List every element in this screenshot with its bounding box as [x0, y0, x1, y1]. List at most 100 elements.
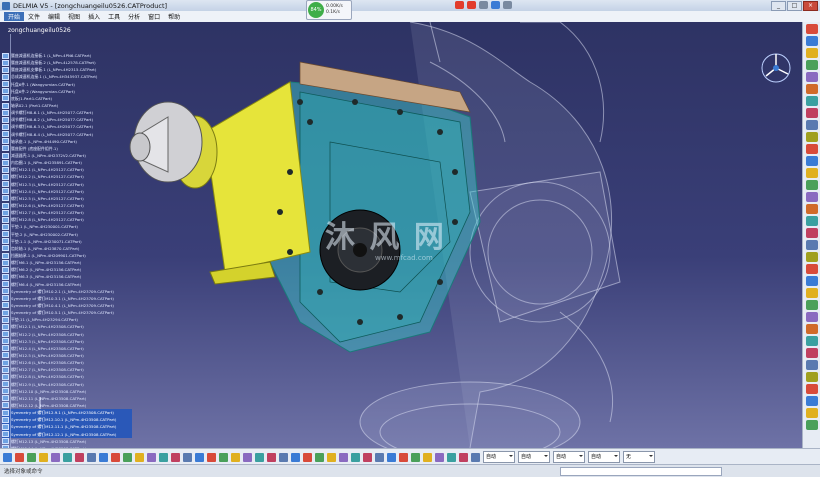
toolbar-tool-icon[interactable]	[471, 452, 480, 462]
toolbar-tool-icon[interactable]	[363, 452, 372, 462]
toolbar-tool-icon[interactable]	[351, 452, 360, 462]
toolbar-tool-icon[interactable]	[806, 336, 818, 346]
tree-node[interactable]: 平垫.11 (L_NPm-4H23294.CATPart)	[2, 316, 132, 323]
tree-node[interactable]: 螺钉M12.2 (L_NPm-4H23508.CATPart)	[2, 330, 132, 338]
toolbar-tool-icon[interactable]	[806, 264, 818, 274]
toolbar-tool-icon[interactable]	[447, 452, 456, 462]
toolbar-tool-icon[interactable]	[75, 452, 84, 462]
tree-node[interactable]: 螺钉M12.6 (L_NPm-4H23508.CATPart)	[2, 359, 132, 366]
toolbar-tool-icon[interactable]	[159, 452, 168, 462]
toolbar-tool-icon[interactable]	[806, 168, 818, 178]
tree-node[interactable]: 螺钉M12.8 (L_NPm-4H23508.CATPart)	[2, 373, 132, 380]
toolbar-tool-icon[interactable]	[111, 452, 120, 462]
compass-icon[interactable]	[756, 48, 796, 88]
menu-insert[interactable]: 插入	[84, 12, 104, 21]
toolbar-tool-icon[interactable]	[806, 420, 818, 430]
toolbar-tool-icon[interactable]	[231, 452, 240, 462]
input-icon[interactable]	[467, 1, 476, 9]
tree-node[interactable]: 底板(1.Part1.CATPart)	[2, 95, 132, 102]
toolbar-tool-icon[interactable]	[806, 312, 818, 322]
toolbar-tool-icon[interactable]	[123, 452, 132, 462]
toolbar-tool-icon[interactable]	[806, 48, 818, 58]
tree-node[interactable]: 调节螺钉M8-6.3 (L_NPm-4H25077.CATPart)	[2, 123, 132, 130]
toolbar-tool-icon[interactable]	[806, 348, 818, 358]
tree-node[interactable]: 平垫.1 (L_NPm-4H230001.CATPart)	[2, 223, 132, 230]
tree-node[interactable]: 螺钉M12.7 (L_NPm-4H23508.CATPart)	[2, 366, 132, 373]
toolbar-tool-icon[interactable]	[27, 452, 36, 462]
tree-node[interactable]: 轴承02.1 (Part1.CATPart)	[2, 102, 132, 109]
tree-node[interactable]: 调节螺钉M8-6.2 (L_NPm-4H25077.CATPart)	[2, 116, 132, 123]
toolbar-tool-icon[interactable]	[806, 384, 818, 394]
toolbar-tool-icon[interactable]	[806, 24, 818, 34]
menu-view[interactable]: 视图	[64, 12, 84, 21]
toolbar-tool-icon[interactable]	[183, 452, 192, 462]
toolbar-tool-icon[interactable]	[806, 36, 818, 46]
toolbar-tool-icon[interactable]	[327, 452, 336, 462]
tree-node[interactable]: Symmetry of 螺钉M12.12.1 (L_NPm-4H23508.CA…	[2, 430, 132, 438]
tree-node[interactable]: 总成减速机连接.1 (L_NPm-4H345937.CATPart)	[2, 73, 132, 80]
toolbar-tool-icon[interactable]	[387, 452, 396, 462]
dropdown-select1[interactable]: 自动	[483, 451, 515, 463]
tree-node[interactable]: 螺钉M12.3 (L_NPm-4H25127.CATPart)	[2, 181, 132, 188]
toolbar-tool-icon[interactable]	[303, 452, 312, 462]
toolbar-tool-icon[interactable]	[806, 96, 818, 106]
toolbar-tool-icon[interactable]	[806, 204, 818, 214]
tree-node[interactable]: 螺钉M12.2 (L_NPm-4H25127.CATPart)	[2, 173, 132, 180]
toolbar-tool-icon[interactable]	[806, 144, 818, 154]
tree-node[interactable]: 挡圈轴承.1 (L_NPm-4H209901.CATPart)	[2, 252, 132, 259]
toolbar-tool-icon[interactable]	[806, 216, 818, 226]
toolbar-tool-icon[interactable]	[39, 452, 48, 462]
toolbar-tool-icon[interactable]	[806, 300, 818, 310]
toolbar-tool-icon[interactable]	[51, 452, 60, 462]
maximize-button[interactable]: □	[787, 1, 802, 11]
tree-node[interactable]: Symmetry of 螺钉M12.9.1 (L_NPm-4H23508.CAT…	[2, 409, 132, 417]
toolbar-tool-icon[interactable]	[255, 452, 264, 462]
menu-start[interactable]: 开始	[4, 12, 25, 21]
toolbar-tool-icon[interactable]	[87, 452, 96, 462]
toolbar-tool-icon[interactable]	[806, 156, 818, 166]
toolbar-tool-icon[interactable]	[99, 452, 108, 462]
toolbar-tool-icon[interactable]	[806, 408, 818, 418]
toolbar-tool-icon[interactable]	[806, 228, 818, 238]
tree-node[interactable]: 平垫.1.1 (L_NPm-4H230071.CATPart)	[2, 238, 132, 245]
toolbar-tool-icon[interactable]	[806, 132, 818, 142]
tree-node[interactable]: 齿轮轴.1 (L_NPm-4H23870.CATPart)	[2, 245, 132, 252]
toolbar-tool-icon[interactable]	[315, 452, 324, 462]
toolbar-tool-icon[interactable]	[63, 452, 72, 462]
tree-node[interactable]: 平垫.2 (L_NPm-4H230002.CATPart)	[2, 231, 132, 238]
3d-viewport[interactable]: zongchuangeilu0526 腰座减速机连接板.1 (L_NPm-4PN…	[0, 22, 802, 448]
toolbar-tool-icon[interactable]	[806, 60, 818, 70]
command-input[interactable]	[560, 467, 722, 476]
tree-node[interactable]: 螺钉M12.5 (L_NPm-4H23508.CATPart)	[2, 352, 132, 359]
tree-node[interactable]: Symmetry of 螺钉M12.11.1 (L_NPm-4H23508.CA…	[2, 423, 132, 431]
toolbar-tool-icon[interactable]	[459, 452, 468, 462]
tree-root[interactable]: zongchuangeilu0526	[8, 27, 71, 34]
menu-help[interactable]: 帮助	[164, 12, 184, 21]
tree-node[interactable]: 减速器壳.1 (L_NPm-4H2372V2.CATPart)	[2, 152, 132, 159]
toolbar-tool-icon[interactable]	[3, 452, 12, 462]
tray-icon[interactable]	[479, 1, 488, 9]
tree-node[interactable]: 螺钉M12.4 (L_NPm-4H23508.CATPart)	[2, 345, 132, 352]
toolbar-tool-icon[interactable]	[435, 452, 444, 462]
toolbar-tool-icon[interactable]	[267, 452, 276, 462]
toolbar-tool-icon[interactable]	[806, 360, 818, 370]
tree-node[interactable]: 腰座减速机连接板.2 (L_NPm-4L2578.CATPart)	[2, 59, 132, 66]
tree-node[interactable]: 螺钉M6.1 (L_NPm-4H23156.CATPart)	[2, 259, 132, 266]
dropdown-select4[interactable]: 自动	[588, 451, 620, 463]
tree-node[interactable]: 螺钉M12.10 (L_NPm-4H23508.CATPart)	[2, 388, 132, 395]
tree-node[interactable]: 腰座配件 (底座配件组件.1)	[2, 145, 132, 152]
toolbar-tool-icon[interactable]	[806, 84, 818, 94]
toolbar-tool-icon[interactable]	[806, 288, 818, 298]
tree-node[interactable]: 螺钉M12.1 (L_NPm-4H25127.CATPart)	[2, 166, 132, 173]
toolbar-tool-icon[interactable]	[806, 396, 818, 406]
toolbar-tool-icon[interactable]	[806, 372, 818, 382]
toolbar-tool-icon[interactable]	[423, 452, 432, 462]
tree-node[interactable]: 托盘6件.1 (Wangyumian.CATPart)	[2, 81, 132, 88]
dropdown-select2[interactable]: 自动	[518, 451, 550, 463]
dropdown-select3[interactable]: 自动	[553, 451, 585, 463]
tree-node[interactable]: 螺钉M12.3 (L_NPm-4H23508.CATPart)	[2, 338, 132, 345]
toolbar-tool-icon[interactable]	[147, 452, 156, 462]
toolbar-tool-icon[interactable]	[806, 240, 818, 250]
tree-node[interactable]: 轴承座.1 (L_NPm-4H4490.CATPart)	[2, 138, 132, 145]
tree-node[interactable]: Symmetry of 螺钉M12.10.1 (L_NPm-4H23508.CA…	[2, 416, 132, 424]
